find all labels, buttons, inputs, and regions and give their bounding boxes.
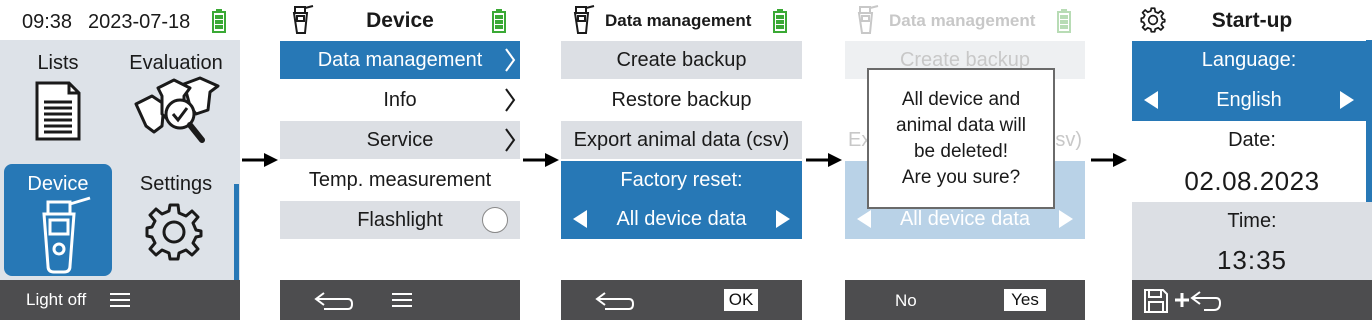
save-icon[interactable] [1143,288,1169,314]
dialog-line: animal data will [896,114,1026,136]
battery-icon [212,9,226,33]
cattle-check-icon [134,76,220,143]
tile-settings-label: Settings [139,173,213,195]
chevron-right-icon [505,48,516,72]
page-title: Data management [889,11,1036,30]
menu-item-service[interactable]: Service [280,121,520,159]
menu-item-create-backup[interactable]: Create backup [561,41,802,79]
battery-icon [1057,9,1071,33]
arrow-left-icon[interactable] [1144,91,1158,109]
clock-date: 2023-07-18 [88,11,191,33]
dialog-line: be deleted! [913,140,1009,162]
footer-bar: Light off [0,280,240,320]
no-button[interactable]: No [895,291,917,311]
menu-item-export-animal-data[interactable]: Export animal data (csv) [561,121,802,159]
confirm-dialog: All device and animal data will be delet… [867,68,1055,209]
battery-icon [492,9,506,33]
factory-reset-label: Factory reset: [561,161,802,199]
chevron-right-icon [505,88,516,112]
dialog-line: Are you sure? [901,166,1021,188]
ok-button[interactable]: OK [724,289,758,311]
back-icon[interactable] [595,289,635,313]
flow-arrow-icon [242,153,278,167]
footer-bar: OK [561,280,802,320]
arrow-left-icon[interactable] [573,210,587,228]
menu-item-info[interactable]: Info [280,81,520,119]
factory-reset-selector[interactable]: All device data [561,199,802,239]
language-label: Language: [1132,41,1366,79]
screen-confirm-reset: Data management Create backup Ex sv) All… [845,0,1085,320]
flashlight-toggle[interactable] [482,207,508,233]
light-off-softkey[interactable]: Light off [26,290,86,310]
tile-evaluation-label: Evaluation [129,52,223,74]
footer-bar [1132,280,1372,320]
tile-lists-label: Lists [37,52,79,74]
language-selector[interactable]: English [1132,79,1366,121]
dialog-line: All device and [901,88,1021,110]
menu-item-data-management[interactable]: Data management [280,41,520,79]
header-bar: Data management [561,0,802,40]
time-value[interactable]: 13:35 [1132,240,1372,280]
tile-lists[interactable]: Lists [0,40,116,158]
screen-device-menu: Device Data management Info Service Temp… [280,0,520,320]
clock-time: 09:38 [22,11,73,33]
header-bar: Start-up [1132,0,1372,40]
gear-icon [145,203,203,261]
status-bar: 09:38 2023-07-18 [0,0,240,40]
page-title: Start-up [1211,9,1293,32]
handheld-device-icon [42,196,91,274]
header-bar: Device [280,0,520,40]
time-label: Time: [1132,202,1372,240]
tile-evaluation[interactable]: Evaluation [118,40,234,158]
scrollbar[interactable] [234,184,239,280]
arrow-right-icon[interactable] [1340,91,1354,109]
battery-icon [773,9,787,33]
tile-device-label: Device [27,173,89,195]
page-title: Device [366,9,434,32]
plus-icon [1175,293,1189,307]
arrow-right-icon [1059,210,1073,228]
hamburger-icon[interactable] [392,292,412,308]
list-document-icon [35,81,81,141]
menu-item-flashlight[interactable]: Flashlight [280,201,520,239]
flow-arrow-icon [523,153,559,167]
date-value[interactable]: 02.08.2023 [1132,160,1372,202]
back-icon[interactable] [1190,288,1224,314]
handheld-device-icon [857,5,879,34]
flow-arrow-icon [1091,153,1127,167]
menu-item-temp-measurement[interactable]: Temp. measurement [280,161,520,199]
menu-item-restore-backup[interactable]: Restore backup [561,81,802,119]
flow-arrow-icon [806,153,842,167]
back-icon[interactable] [314,289,354,313]
date-label: Date: [1228,128,1276,151]
footer-bar [280,280,520,320]
tile-grid: Lists Evaluation Device Settings [0,40,240,280]
screen-data-management: Data management Create backup Restore ba… [561,0,802,320]
hamburger-icon[interactable] [110,292,130,308]
page-title: Data management [605,11,752,30]
chevron-right-icon [505,128,516,152]
yes-button[interactable]: Yes [1004,289,1046,311]
header-bar: Data management [845,0,1085,40]
screen-main-menu: 09:38 2023-07-18 Lists Evaluation Device… [0,0,240,320]
arrow-right-icon[interactable] [776,210,790,228]
screen-start-up: Start-up Language: English Date: 02.08.2… [1132,0,1372,320]
tile-settings[interactable]: Settings [118,164,234,276]
handheld-device-icon [573,5,595,34]
arrow-left-icon [857,210,871,228]
tile-device[interactable]: Device [4,164,112,276]
footer-bar: No Yes [845,280,1085,320]
